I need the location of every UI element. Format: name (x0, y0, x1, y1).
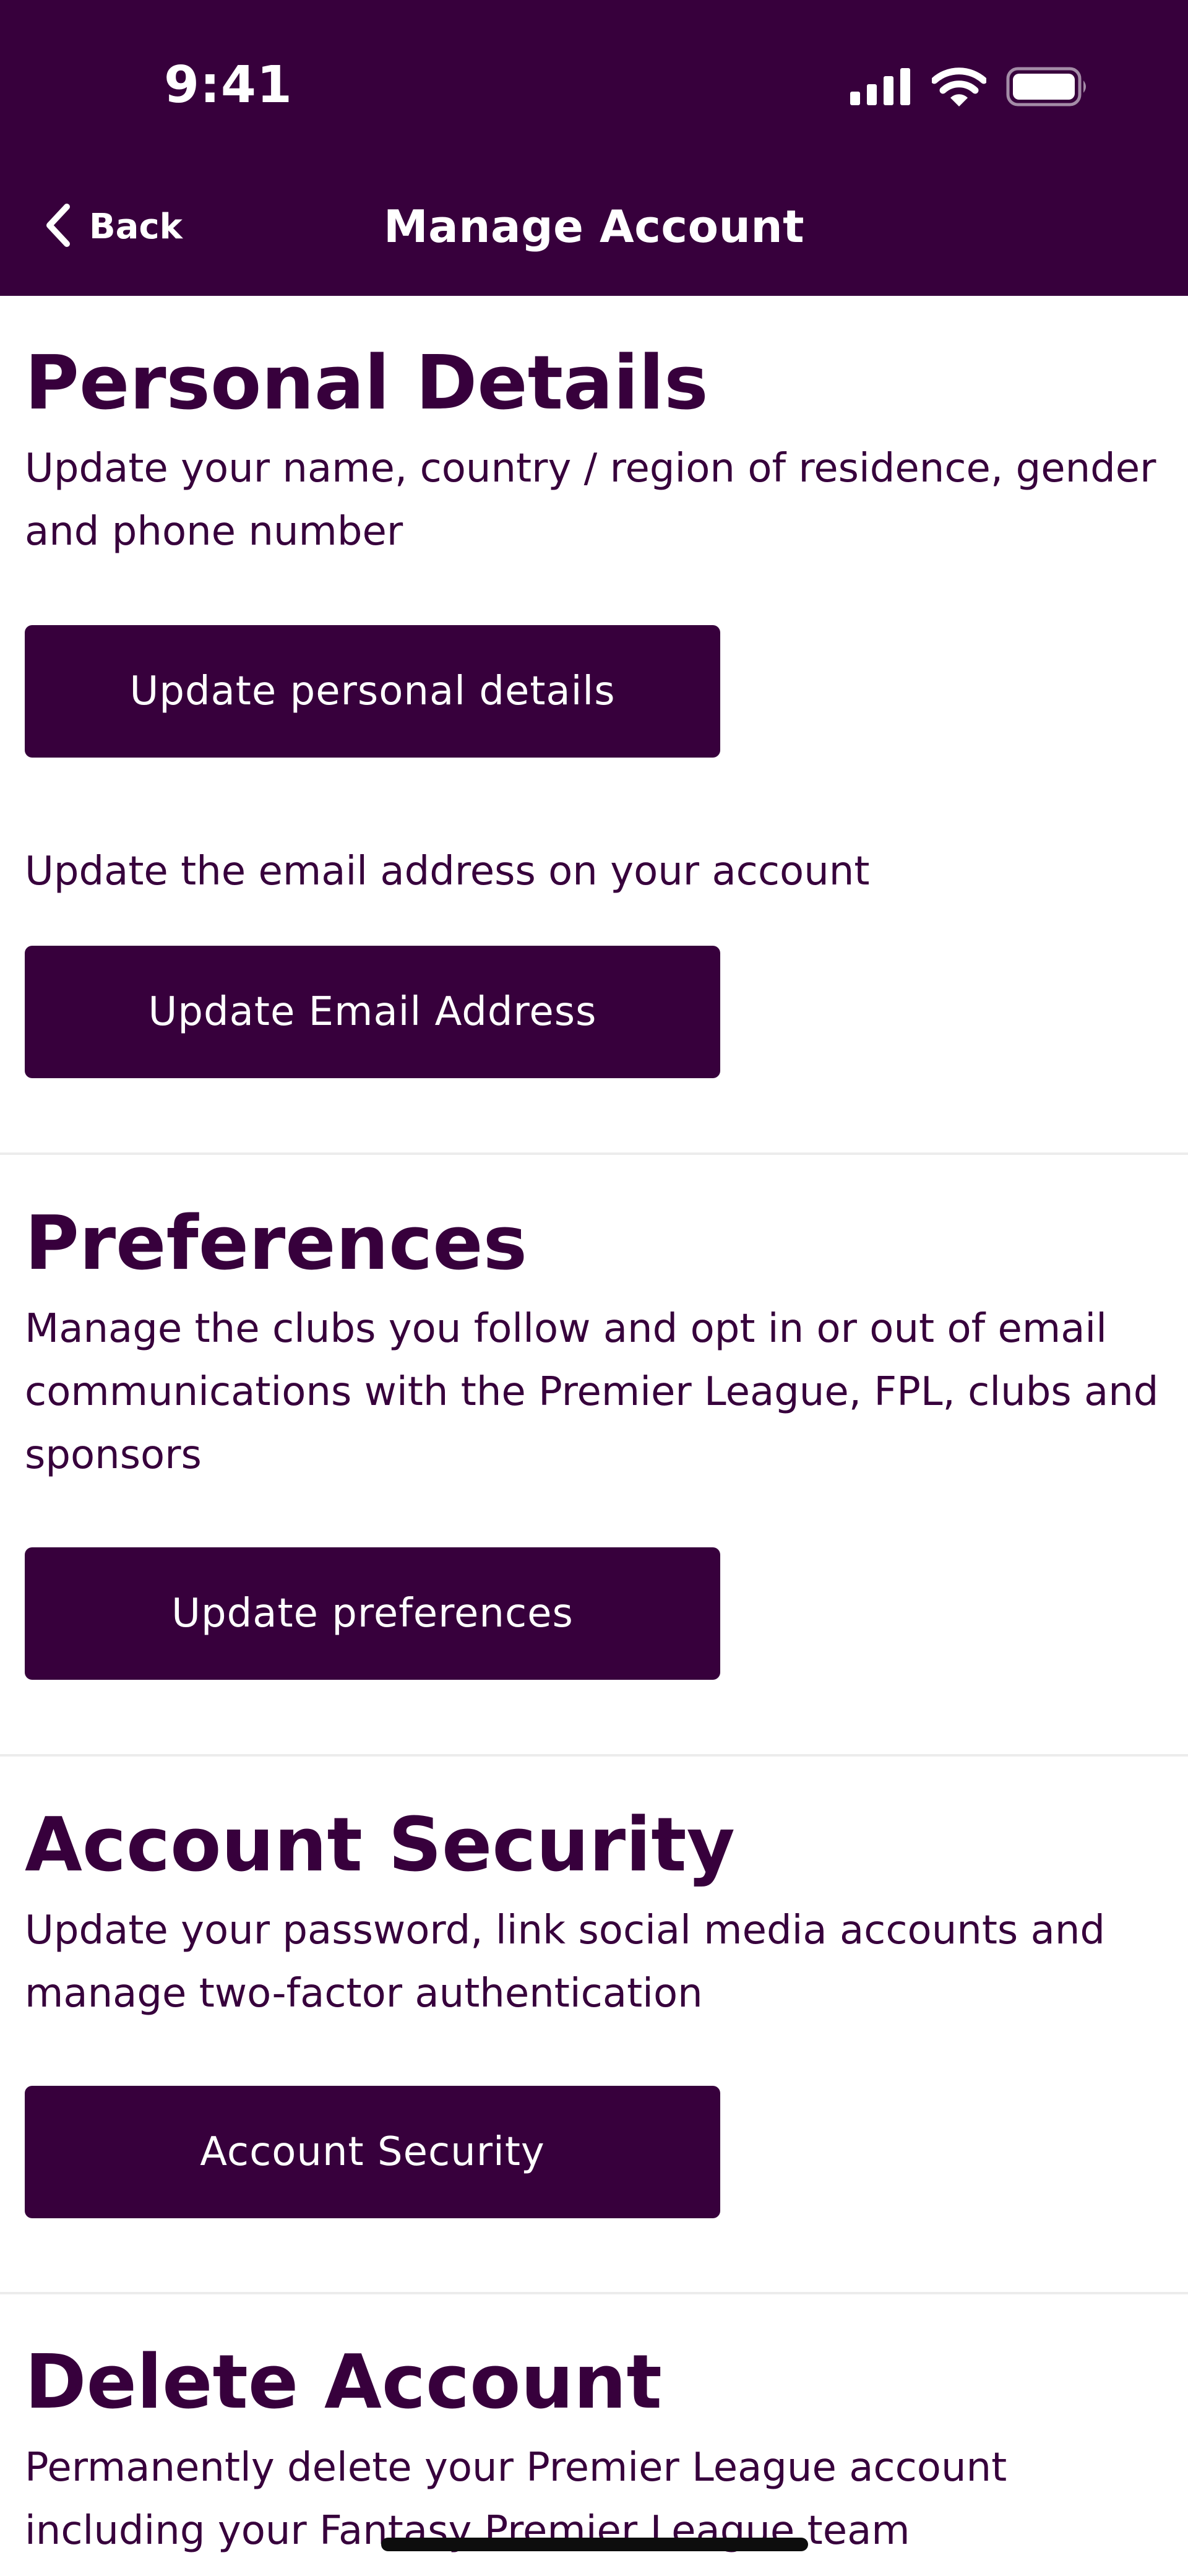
personal-details-title: Personal Details (25, 340, 708, 426)
battery-icon (1006, 67, 1089, 106)
cellular-signal-icon (850, 68, 912, 105)
home-indicator (381, 2538, 808, 2551)
preferences-section: Preferences Manage the clubs you follow … (0, 1199, 1188, 1487)
update-preferences-button[interactable]: Update preferences (25, 1547, 720, 1680)
email-description: Update the email address on your account (25, 849, 870, 894)
personal-details-section: Personal Details Update your name, count… (0, 339, 1188, 563)
section-divider (0, 1754, 1188, 1757)
account-security-description: Update your password, link social media … (25, 1908, 1105, 2016)
account-security-section: Account Security Update your password, l… (0, 1801, 1188, 2025)
preferences-description: Manage the clubs you follow and opt in o… (25, 1306, 1159, 1478)
account-security-title: Account Security (25, 1802, 735, 1888)
manage-account-screen: 9:41 Back Manage Account Personal Detail… (0, 0, 1188, 2576)
page-title: Manage Account (384, 201, 804, 253)
navigation-bar: Back Manage Account (0, 186, 1188, 272)
section-divider (0, 2292, 1188, 2294)
personal-details-description: Update your name, country / region of re… (25, 446, 1156, 555)
update-email-address-button[interactable]: Update Email Address (25, 946, 720, 1078)
app-header: 9:41 Back Manage Account (0, 0, 1188, 296)
wifi-icon (932, 67, 986, 106)
section-divider (0, 1152, 1188, 1155)
account-security-button[interactable]: Account Security (25, 2086, 720, 2218)
status-bar-time: 9:41 (164, 56, 293, 115)
preferences-title: Preferences (25, 1201, 528, 1287)
status-bar-icons (850, 67, 1089, 106)
delete-account-title: Delete Account (25, 2340, 662, 2426)
update-personal-details-button[interactable]: Update personal details (25, 625, 720, 758)
delete-account-section: Delete Account Permanently delete your P… (0, 2338, 1188, 2562)
